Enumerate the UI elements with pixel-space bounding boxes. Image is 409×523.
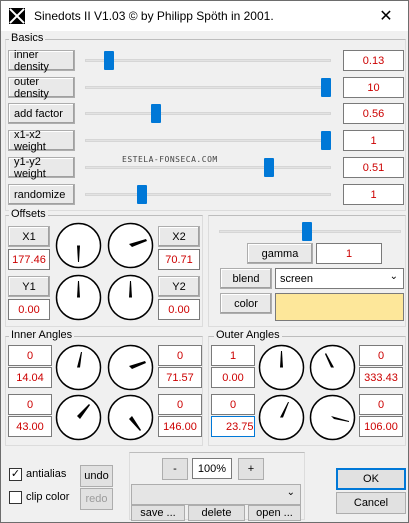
title-bar: Sinedots II V1.03 © by Philipp Spöth in … xyxy=(1,1,408,31)
inner-angle-2b-field[interactable]: 71.57 xyxy=(158,367,202,388)
basics-row-slider-thumb[interactable] xyxy=(321,131,331,150)
basics-row-slider-thumb[interactable] xyxy=(103,51,114,70)
basics-row-slider-track[interactable] xyxy=(85,86,331,89)
outer-angle-3b-field[interactable]: 23.75 xyxy=(211,416,255,437)
zoom-in-button[interactable]: + xyxy=(238,458,264,480)
basics-row-label: add factor xyxy=(8,103,75,124)
color-swatch[interactable] xyxy=(275,293,404,321)
basics-row-slider-thumb[interactable] xyxy=(264,158,275,177)
x2-label: X2 xyxy=(158,226,200,247)
basics-row-slider-thumb[interactable] xyxy=(321,78,331,97)
blend-select[interactable]: screen ⌄ xyxy=(275,268,404,289)
inner-angle-2-dial[interactable] xyxy=(107,344,154,391)
gamma-value-field[interactable]: 1 xyxy=(316,243,382,264)
basics-row-slider-track[interactable] xyxy=(85,193,331,196)
basics-row-label: inner density xyxy=(8,49,75,73)
outer-angle-2b-field[interactable]: 333.43 xyxy=(359,367,403,388)
inner-angle-4-dial[interactable] xyxy=(107,394,154,441)
gamma-slider-thumb[interactable] xyxy=(301,222,312,241)
undo-button[interactable]: undo xyxy=(80,465,113,487)
window-title: Sinedots II V1.03 © by Philipp Spöth in … xyxy=(34,9,274,23)
inner-angle-3-field[interactable]: 0 xyxy=(8,394,52,415)
basics-label: Basics xyxy=(9,32,46,44)
basics-row-value-field[interactable]: 0.51 xyxy=(343,157,404,178)
y1-label: Y1 xyxy=(8,276,50,297)
basics-row-slider-track[interactable] xyxy=(85,166,331,169)
inner-angle-1b-field[interactable]: 14.04 xyxy=(8,367,52,388)
outer-angles-label: Outer Angles xyxy=(214,329,282,341)
outer-angle-4-dial[interactable] xyxy=(309,394,356,441)
x1-label: X1 xyxy=(8,226,50,247)
inner-angle-1-dial[interactable] xyxy=(55,344,102,391)
preset-select[interactable]: ⌄ xyxy=(131,484,301,505)
delete-button[interactable]: delete xyxy=(188,505,245,521)
basics-row-slider-track[interactable] xyxy=(85,112,331,115)
zoom-level-field[interactable]: 100% xyxy=(192,458,232,479)
watermark-text: ESTELA-FONSECA.COM xyxy=(122,155,218,164)
antialias-checkbox[interactable]: ✓ xyxy=(9,468,22,481)
basics-row-label: randomize xyxy=(8,184,75,205)
inner-angle-2-field[interactable]: 0 xyxy=(158,345,202,366)
outer-angle-1b-field[interactable]: 0.00 xyxy=(211,367,255,388)
basics-row-slider-thumb[interactable] xyxy=(151,104,162,123)
save-button[interactable]: save ... xyxy=(131,505,185,521)
outer-angle-2-field[interactable]: 0 xyxy=(359,345,403,366)
app-icon xyxy=(9,8,25,24)
inner-angle-4-field[interactable]: 0 xyxy=(158,394,202,415)
clip-color-label: clip color xyxy=(26,491,70,503)
offset-y1-dial[interactable] xyxy=(55,274,102,321)
inner-angle-3b-field[interactable]: 43.00 xyxy=(8,416,52,437)
inner-angles-label: Inner Angles xyxy=(9,329,75,341)
sinedots-window: Sinedots II V1.03 © by Philipp Spöth in … xyxy=(0,0,409,523)
outer-angle-1-dial[interactable] xyxy=(258,344,305,391)
blend-select-value: screen xyxy=(280,272,314,285)
chevron-down-icon: ⌄ xyxy=(286,487,295,498)
ok-button[interactable]: OK xyxy=(336,468,406,490)
chevron-down-icon: ⌄ xyxy=(389,271,398,282)
open-button[interactable]: open ... xyxy=(248,505,301,521)
x2-value-field[interactable]: 70.71 xyxy=(158,249,200,270)
basics-row-label: x1-x2 weight xyxy=(8,129,75,153)
basics-row-value-field[interactable]: 1 xyxy=(343,130,404,151)
inner-angle-1-field[interactable]: 0 xyxy=(8,345,52,366)
blend-label: blend xyxy=(220,268,272,289)
basics-row-label: outer density xyxy=(8,76,75,100)
offset-x2-dial[interactable] xyxy=(107,222,154,269)
outer-angle-2-dial[interactable] xyxy=(309,344,356,391)
basics-row-slider-track[interactable] xyxy=(85,139,331,142)
offsets-label: Offsets xyxy=(9,208,48,220)
outer-angle-3-field[interactable]: 0 xyxy=(211,394,255,415)
basics-row-value-field[interactable]: 10 xyxy=(343,77,404,98)
y2-label: Y2 xyxy=(158,276,200,297)
clip-color-checkbox[interactable] xyxy=(9,491,22,504)
close-icon[interactable]: ✕ xyxy=(364,1,408,31)
offset-y2-dial[interactable] xyxy=(107,274,154,321)
y1-value-field[interactable]: 0.00 xyxy=(8,299,50,320)
basics-row-value-field[interactable]: 0.13 xyxy=(343,50,404,71)
y2-value-field[interactable]: 0.00 xyxy=(158,299,200,320)
basics-row-label: y1-y2 weight xyxy=(8,156,75,180)
cancel-button[interactable]: Cancel xyxy=(336,492,406,514)
outer-angle-1-field[interactable]: 1 xyxy=(211,345,255,366)
basics-row-slider-track[interactable] xyxy=(85,59,331,62)
outer-angle-3-dial[interactable] xyxy=(258,394,305,441)
inner-angle-3-dial[interactable] xyxy=(55,394,102,441)
outer-angle-4b-field[interactable]: 106.00 xyxy=(359,416,403,437)
outer-angle-4-field[interactable]: 0 xyxy=(359,394,403,415)
zoom-out-button[interactable]: - xyxy=(162,458,188,480)
offset-x1-dial[interactable] xyxy=(55,222,102,269)
x1-value-field[interactable]: 177.46 xyxy=(8,249,50,270)
color-label: color xyxy=(220,293,272,314)
redo-button[interactable]: redo xyxy=(80,488,113,510)
inner-angle-4b-field[interactable]: 146.00 xyxy=(158,416,202,437)
antialias-label: antialias xyxy=(26,468,67,480)
gamma-label: gamma xyxy=(247,243,313,264)
basics-row-value-field[interactable]: 1 xyxy=(343,184,404,205)
basics-row-slider-thumb[interactable] xyxy=(136,185,147,204)
basics-row-value-field[interactable]: 0.56 xyxy=(343,103,404,124)
